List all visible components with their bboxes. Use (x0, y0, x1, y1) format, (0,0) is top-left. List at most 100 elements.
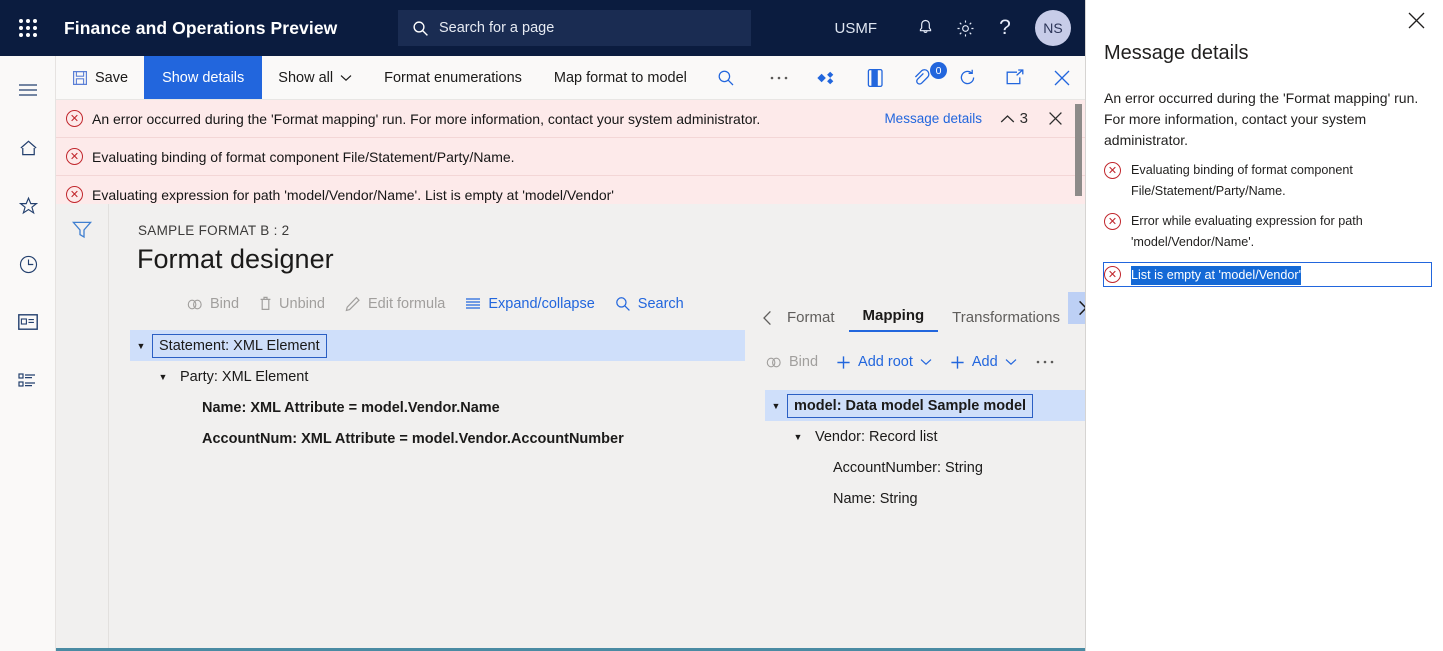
tree-row[interactable]: Name: XML Attribute = model.Vendor.Name (130, 392, 745, 423)
expand-collapse-label: Expand/collapse (488, 296, 595, 312)
open-in-new-window-button[interactable] (991, 56, 1039, 99)
home-icon[interactable] (0, 124, 56, 172)
refresh-icon (960, 69, 975, 85)
format-designer-panel: SAMPLE FORMAT B : 2 Format designer Bind… (56, 204, 1085, 651)
flyout-message-item[interactable]: ✕ Error while evaluating expression for … (1104, 211, 1432, 253)
refresh-button[interactable] (944, 56, 991, 99)
modules-list-icon[interactable] (0, 356, 56, 404)
tree-row[interactable]: ▼ model: Data model Sample model (765, 390, 1085, 421)
nav-right-group: USMF ? NS (835, 0, 1086, 56)
chevron-up-icon (1000, 114, 1014, 122)
edit-pencil-icon (345, 296, 360, 312)
left-navigation-rail (0, 56, 56, 651)
office-app-icon (867, 68, 883, 87)
ellipsis-icon (770, 76, 788, 79)
command-bar: Save Show details Show all Format enumer… (56, 56, 1085, 100)
message-collapse-toggle[interactable]: 3 (1000, 110, 1028, 127)
chevron-down-icon (340, 74, 352, 81)
flyout-message-item[interactable]: ✕ Evaluating binding of format component… (1104, 160, 1432, 202)
save-button[interactable]: Save (56, 56, 144, 99)
message-row: ✕ Evaluating binding of format component… (56, 138, 1085, 176)
search-icon (718, 70, 734, 85)
bind-label: Bind (210, 296, 240, 312)
flyout-message-text: List is empty at 'model/Vendor' (1131, 266, 1302, 285)
breadcrumb: SAMPLE FORMAT B : 2 (138, 223, 290, 238)
tree-row-label: AccountNumber: String (833, 459, 983, 476)
error-icon: ✕ (66, 186, 83, 203)
save-label: Save (95, 69, 129, 86)
recent-clock-icon[interactable] (0, 240, 56, 288)
share-diamonds-icon[interactable] (803, 56, 853, 99)
filter-funnel-icon[interactable] (71, 220, 108, 245)
format-tree: ▼ Statement: XML Element ▼ Party: XML El… (130, 330, 745, 454)
open-in-new-icon (1006, 68, 1024, 84)
message-scrollbar-thumb[interactable] (1075, 104, 1082, 196)
show-all-menu[interactable]: Show all (262, 56, 368, 99)
attachment-paperclip-icon (914, 68, 930, 85)
map-format-to-model-label: Map format to model (553, 69, 687, 86)
error-icon: ✕ (1104, 266, 1121, 283)
tree-row-label: model: Data model Sample model (787, 393, 1034, 418)
message-row: ✕ An error occurred during the 'Format m… (56, 100, 1085, 138)
favorites-star-icon[interactable] (0, 182, 56, 230)
format-enumerations-button[interactable]: Format enumerations (368, 56, 538, 99)
edit-formula-button[interactable]: Edit formula (345, 296, 445, 312)
map-format-to-model-button[interactable]: Map format to model (538, 56, 703, 99)
avatar[interactable]: NS (1035, 10, 1071, 46)
tree-search-button[interactable]: Search (615, 296, 684, 312)
menu-icon[interactable] (0, 66, 56, 114)
app-launcher-icon[interactable] (0, 0, 56, 56)
expander-triangle-icon[interactable]: ▼ (152, 372, 174, 382)
tree-row-label: Name: String (833, 490, 918, 507)
global-search-input[interactable]: Search for a page (398, 10, 751, 46)
save-disk-icon (73, 70, 88, 85)
tree-row[interactable]: ▼ Party: XML Element (130, 361, 745, 392)
help-icon[interactable]: ? (985, 0, 1025, 56)
toolbar-search-button[interactable] (703, 56, 749, 99)
error-icon: ✕ (66, 148, 83, 165)
tree-row-label: Name: XML Attribute = model.Vendor.Name (202, 399, 500, 416)
more-options-button[interactable] (755, 56, 803, 99)
flyout-message-item-selected[interactable]: ✕ List is empty at 'model/Vendor' (1103, 262, 1432, 287)
company-selector[interactable]: USMF (835, 20, 878, 37)
flyout-title: Message details (1104, 42, 1249, 64)
share-diamonds-icon (817, 71, 834, 84)
expander-triangle-icon[interactable]: ▼ (765, 401, 787, 411)
unbind-label: Unbind (279, 296, 325, 312)
close-icon (1049, 112, 1062, 125)
notifications-bell-icon[interactable] (905, 0, 945, 56)
settings-gear-icon[interactable] (945, 0, 985, 56)
error-icon: ✕ (1104, 162, 1121, 179)
flyout-summary: An error occurred during the 'Format map… (1104, 90, 1419, 148)
expand-collapse-button[interactable]: Expand/collapse (465, 296, 595, 312)
show-details-label: Show details (162, 69, 245, 86)
tree-row-label: Statement: XML Element (152, 333, 327, 358)
message-close-button[interactable] (1048, 111, 1063, 126)
message-details-link[interactable]: Message details (884, 111, 982, 126)
show-details-button[interactable]: Show details (144, 56, 263, 99)
tree-row[interactable]: AccountNumber: String (765, 452, 1085, 483)
edit-formula-label: Edit formula (367, 296, 446, 312)
flyout-close-button[interactable] (1407, 11, 1426, 35)
close-page-button[interactable] (1039, 56, 1085, 99)
tree-row[interactable]: Name: String (765, 483, 1085, 514)
office-app-icon[interactable] (853, 56, 898, 99)
message-row: ✕ Evaluating expression for path 'model/… (56, 176, 1085, 204)
flyout-message-text: Error while evaluating expression for pa… (1131, 214, 1363, 249)
expander-triangle-icon[interactable]: ▼ (130, 341, 152, 351)
attachments-button[interactable]: 0 (898, 56, 947, 99)
bind-button[interactable]: Bind (187, 296, 239, 312)
unbind-button[interactable]: Unbind (259, 296, 325, 312)
tree-row[interactable]: ▼ Vendor: Record list (765, 421, 1085, 452)
tree-row[interactable]: ▼ Statement: XML Element (130, 330, 745, 361)
tree-row-label: Vendor: Record list (815, 428, 938, 445)
workspaces-icon[interactable] (0, 298, 56, 346)
message-count: 3 (1019, 110, 1028, 127)
expander-triangle-icon[interactable]: ▼ (787, 432, 809, 442)
top-navigation-bar: Finance and Operations Preview Search fo… (0, 0, 1085, 56)
close-icon (1054, 70, 1070, 85)
close-icon (1408, 12, 1425, 29)
tree-row[interactable]: AccountNum: XML Attribute = model.Vendor… (130, 423, 745, 454)
filter-column (56, 204, 109, 648)
format-tree-toolbar: Bind Unbind Edit formula Expand/collapse… (187, 296, 684, 312)
